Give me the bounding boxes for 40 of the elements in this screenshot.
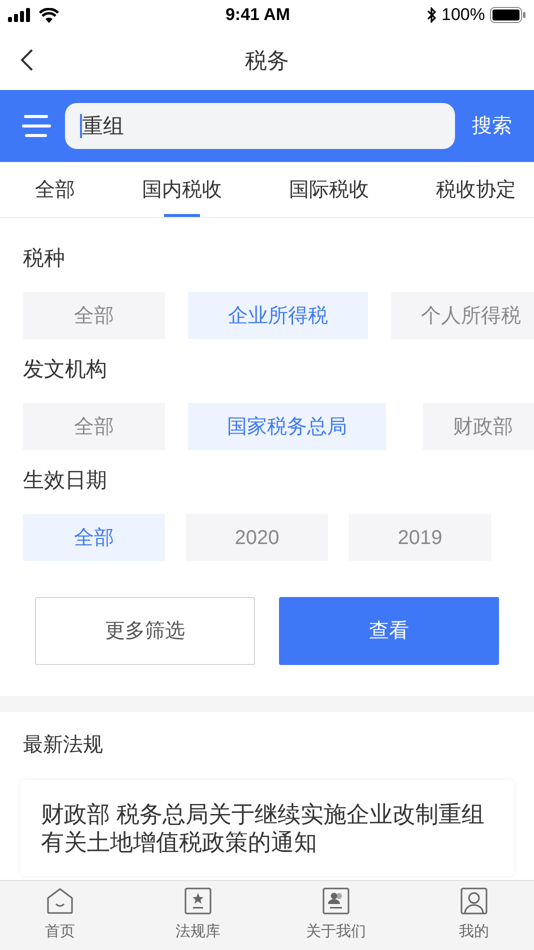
text-cursor-icon	[80, 114, 82, 138]
battery-percent: 100%	[442, 4, 485, 26]
filter-chip[interactable]: 全部	[23, 514, 165, 561]
tab-bar-item[interactable]: 法规库	[148, 881, 248, 950]
wifi-icon	[39, 8, 59, 22]
people-card-icon	[322, 887, 350, 916]
tab-bar-item[interactable]: 关于我们	[286, 881, 386, 950]
filter-chip[interactable]: 国家税务总局	[188, 403, 386, 450]
search-field[interactable]: 重组	[65, 103, 455, 149]
filter-chip[interactable]: 2020	[186, 514, 328, 561]
article-title: 财政部 税务总局关于继续实施企业改制重组有关土地增值税政策的通知	[41, 800, 486, 856]
category-tab[interactable]: 国内税收	[142, 162, 222, 217]
tab-bar-item[interactable]: 首页	[10, 881, 110, 950]
category-tab[interactable]: 全部	[35, 162, 75, 217]
person-icon	[460, 887, 488, 916]
home-icon	[46, 887, 74, 916]
category-tab[interactable]: 税收协定	[436, 162, 516, 217]
filter-chip[interactable]: 个人所得税	[391, 292, 534, 339]
view-button[interactable]: 查看	[279, 597, 499, 665]
filter-chip[interactable]: 财政部	[423, 403, 534, 450]
back-icon[interactable]	[20, 48, 34, 72]
star-document-icon	[184, 887, 212, 916]
filter-label: 税种	[23, 246, 66, 272]
filter-label: 生效日期	[23, 468, 108, 494]
more-filters-button[interactable]: 更多筛选	[35, 597, 255, 665]
section-title: 最新法规	[22, 733, 104, 758]
battery-icon	[490, 7, 526, 23]
article-card[interactable]: 财政部 税务总局关于继续实施企业改制重组有关土地增值税政策的通知	[20, 780, 514, 876]
filter-chip[interactable]: 企业所得税	[188, 292, 368, 339]
bluetooth-icon	[426, 7, 436, 23]
filter-chip[interactable]: 全部	[23, 403, 165, 450]
category-tab[interactable]: 国际税收	[289, 162, 369, 217]
filter-label: 发文机构	[23, 357, 108, 383]
tab-bar-item[interactable]: 我的	[424, 881, 524, 950]
filter-chip[interactable]: 全部	[23, 292, 165, 339]
filter-chip[interactable]: 2019	[349, 514, 491, 561]
page-title: 税务	[245, 46, 289, 74]
search-button[interactable]: 搜索	[472, 111, 512, 141]
menu-icon[interactable]	[22, 114, 51, 138]
status-time: 9:41 AM	[225, 4, 290, 26]
